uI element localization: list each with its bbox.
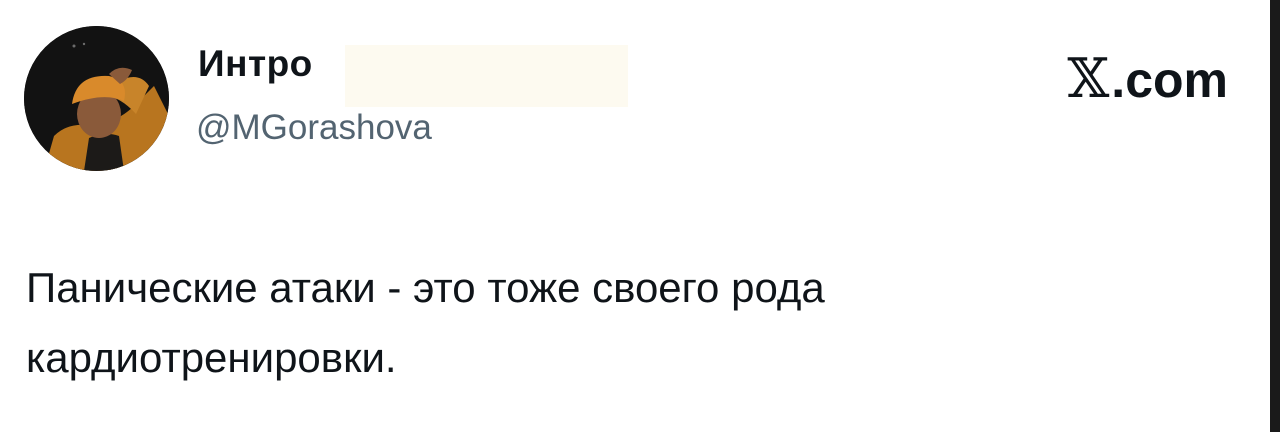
right-edge-border [1270, 0, 1280, 432]
tweet-screenshot: Интро @MGorashova 𝕏 .com Панические атак… [0, 0, 1280, 432]
display-name[interactable]: Интро [198, 45, 313, 82]
avatar[interactable] [24, 26, 169, 171]
tweet-text: Панические атаки - это тоже своего рода … [26, 264, 825, 381]
brand-logo: 𝕏 .com [1067, 52, 1228, 106]
user-handle[interactable]: @MGorashova [196, 110, 432, 145]
name-highlight [345, 45, 628, 107]
brand-domain: .com [1111, 52, 1228, 108]
x-logo-icon: 𝕏 [1067, 47, 1110, 110]
avatar-photo [24, 26, 169, 171]
